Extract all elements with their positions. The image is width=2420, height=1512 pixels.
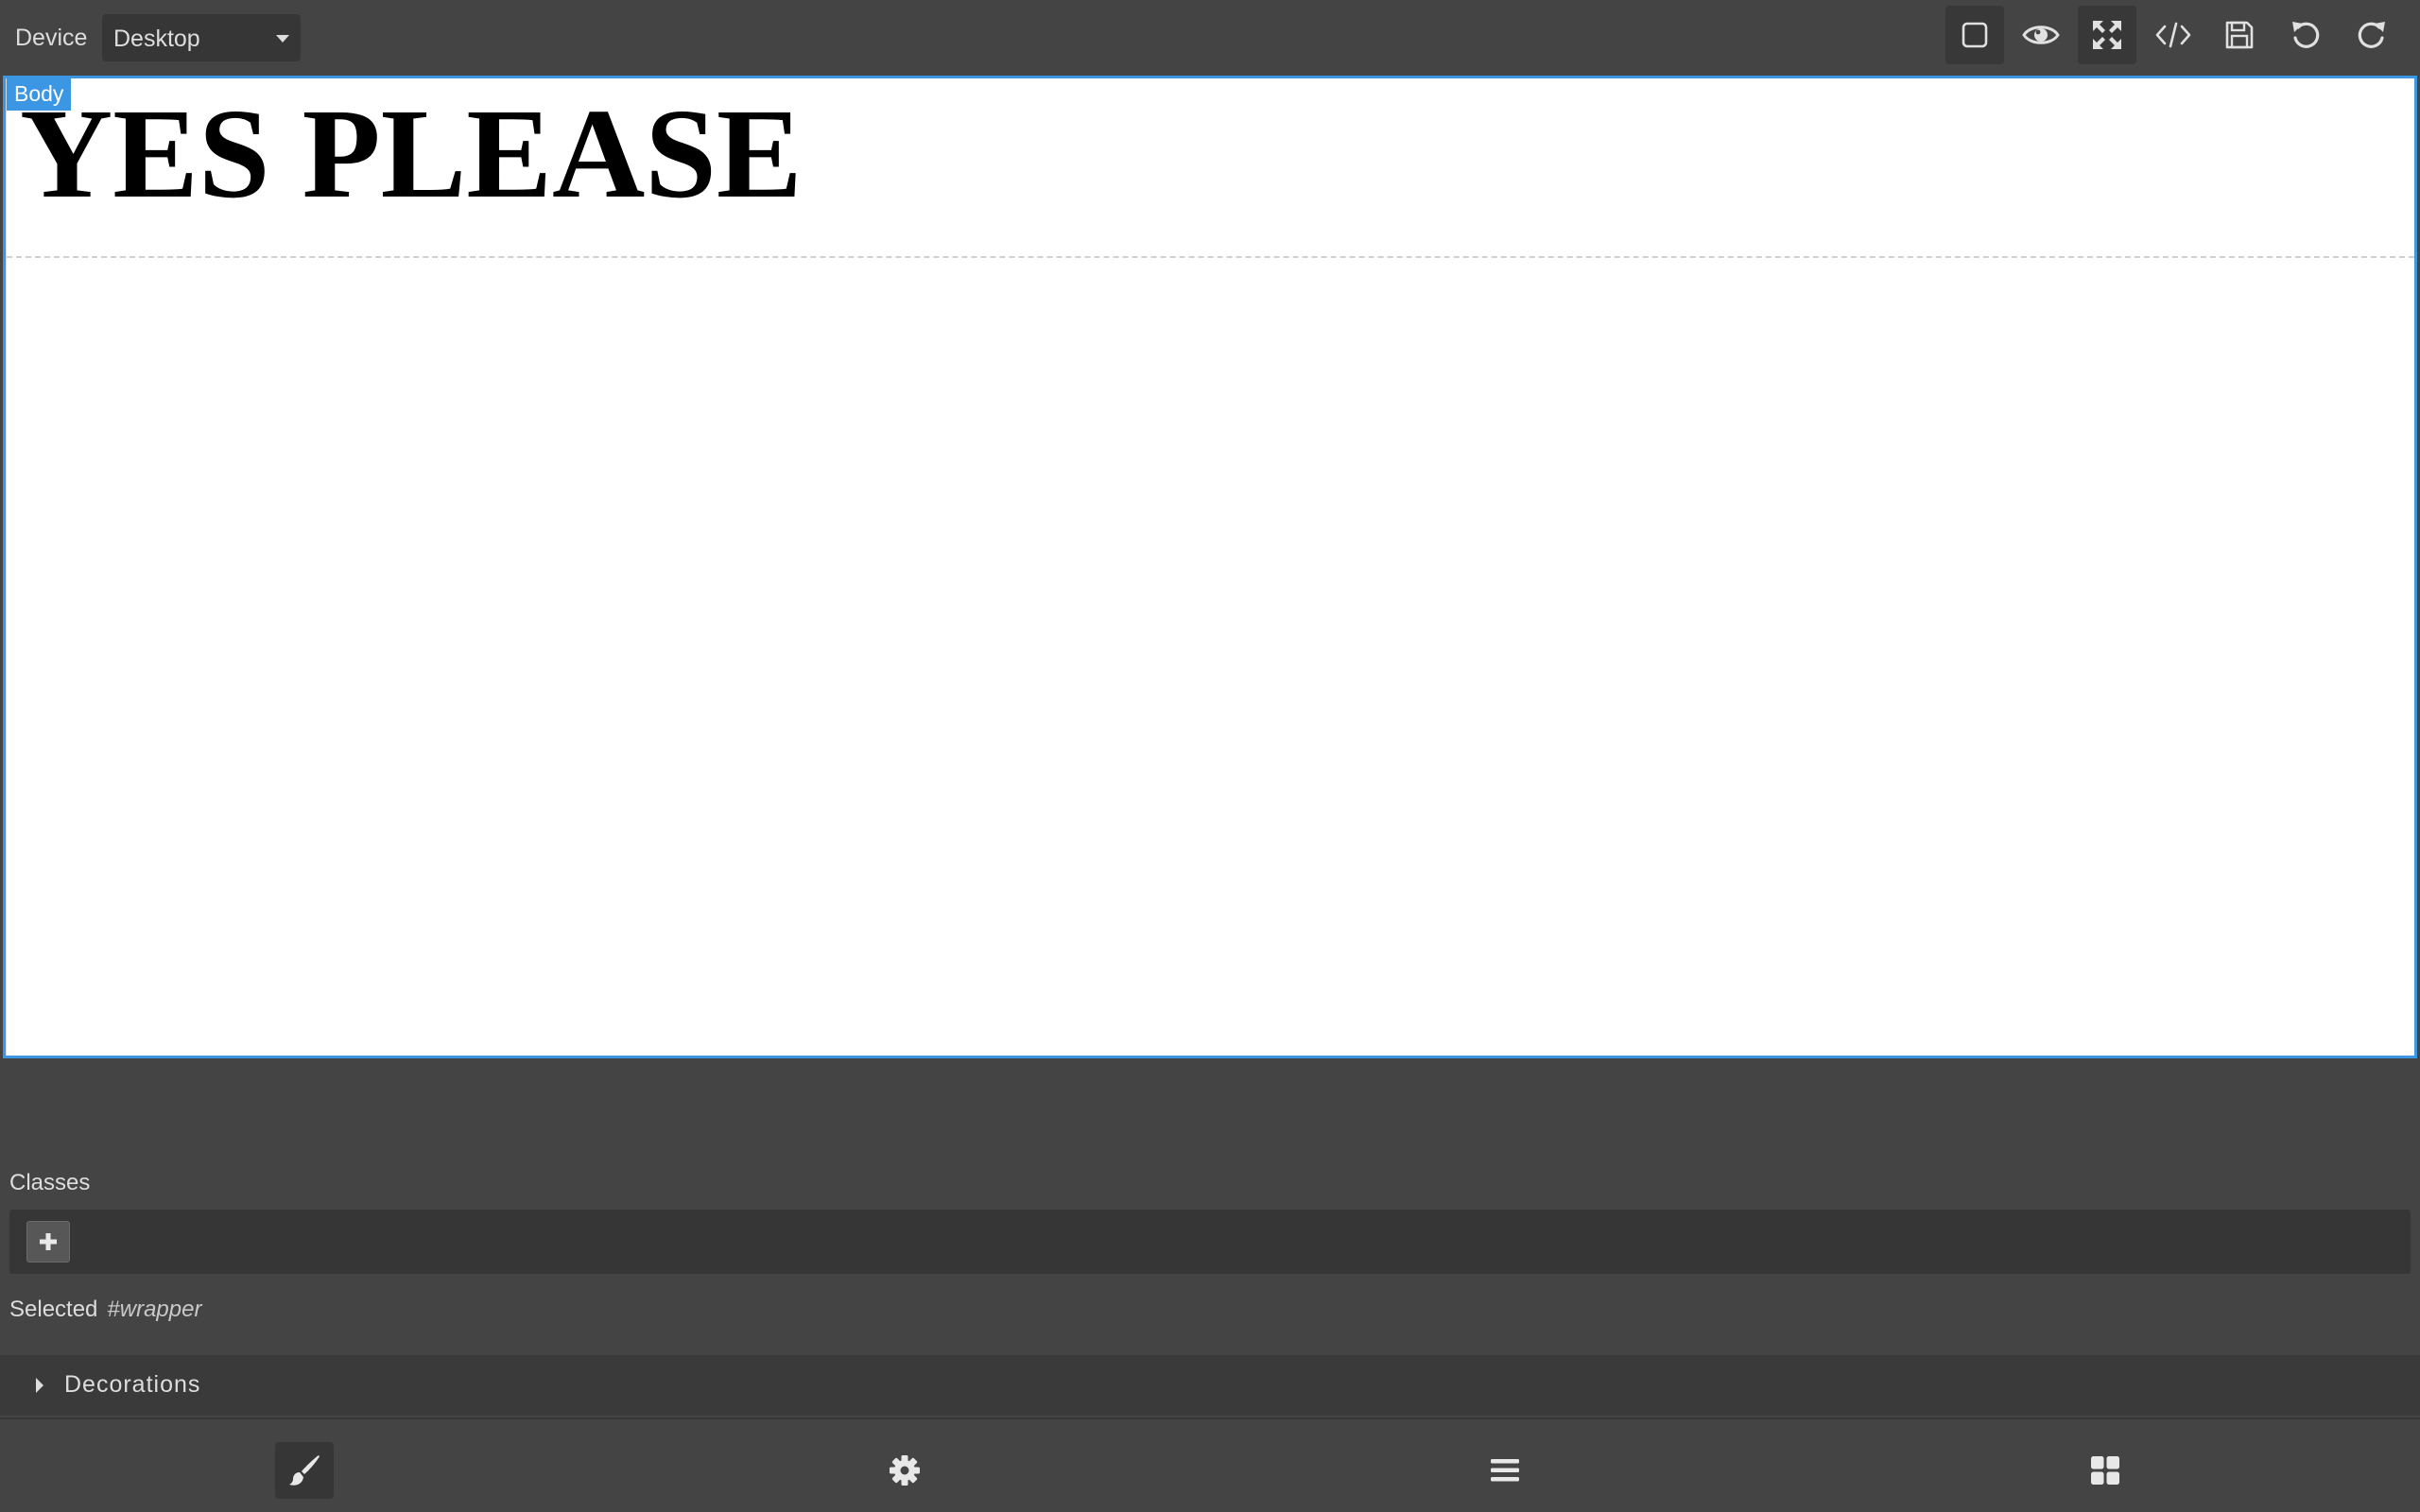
canvas-body[interactable]: YES PLEASE Body: [6, 78, 2414, 1056]
editor-canvas[interactable]: YES PLEASE Body: [3, 76, 2417, 1058]
redo-button[interactable]: [2342, 6, 2401, 64]
undo-button[interactable]: [2276, 6, 2335, 64]
style-manager-tab[interactable]: [275, 1442, 334, 1499]
caret-right-icon: [36, 1378, 43, 1393]
wrapper-component[interactable]: YES PLEASE: [7, 78, 2414, 258]
fullscreen-icon: [2093, 21, 2121, 49]
classes-bar: [9, 1210, 2411, 1274]
square-outline-icon: [1962, 22, 1988, 48]
selected-row: Selected #wrapper: [9, 1297, 201, 1323]
floppy-disk-icon: [2225, 21, 2254, 49]
export-code-button[interactable]: [2144, 6, 2203, 64]
headline-text[interactable]: YES PLEASE: [20, 90, 803, 218]
grid-blocks-icon: [2091, 1456, 2119, 1485]
top-toolbar: Device Desktop: [0, 0, 2420, 76]
device-select-value: Desktop: [113, 26, 200, 52]
add-class-button[interactable]: [26, 1221, 70, 1263]
gear-icon: [890, 1455, 920, 1486]
block-manager-tab[interactable]: [2076, 1442, 2135, 1499]
code-icon: [2155, 22, 2191, 48]
bars-icon: [1491, 1459, 1519, 1482]
undo-icon: [2292, 22, 2320, 48]
plus-icon: [40, 1233, 57, 1250]
fullscreen-button[interactable]: [2078, 6, 2136, 64]
component-outline-button[interactable]: [1945, 6, 2004, 64]
preview-button[interactable]: [2012, 6, 2070, 64]
selected-id: #wrapper: [107, 1297, 202, 1322]
panel-switcher: [0, 1418, 2420, 1512]
save-button[interactable]: [2210, 6, 2269, 64]
caret-down-icon: [276, 35, 289, 43]
device-select[interactable]: Desktop: [102, 14, 301, 61]
layer-manager-tab[interactable]: [1476, 1442, 1534, 1499]
device-label: Device: [15, 25, 88, 51]
redo-icon: [2358, 22, 2385, 48]
sector-decorations[interactable]: Decorations: [0, 1355, 2420, 1416]
body-badge: Body: [7, 78, 72, 111]
sector-title: Decorations: [64, 1371, 201, 1398]
trait-settings-tab[interactable]: [875, 1442, 934, 1499]
classes-label: Classes: [9, 1170, 91, 1195]
eye-icon: [2022, 26, 2060, 44]
paint-brush-icon: [289, 1455, 320, 1486]
selected-label: Selected: [9, 1297, 98, 1322]
